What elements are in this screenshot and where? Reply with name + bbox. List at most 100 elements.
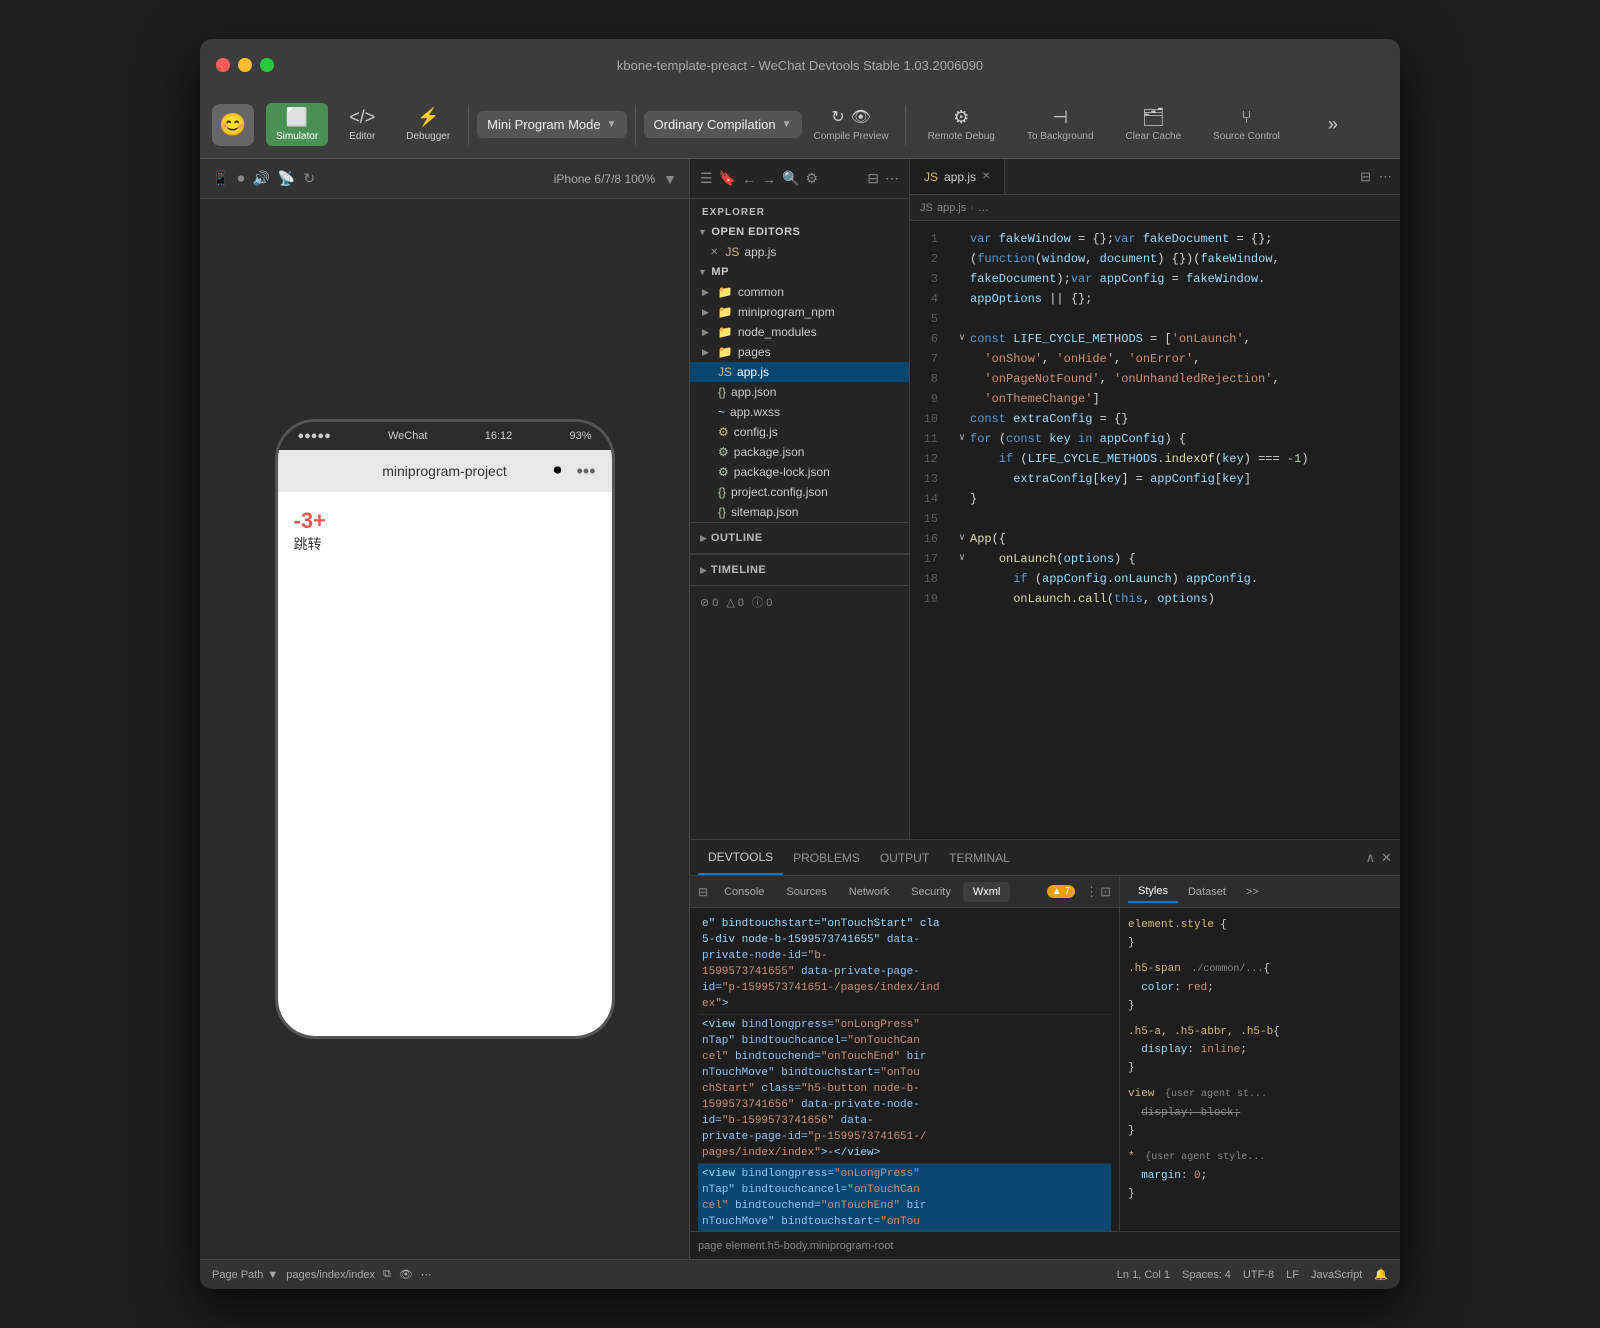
tree-item-app-js[interactable]: JS app.js [690, 362, 909, 382]
console-tab-wxml[interactable]: Wxml [963, 882, 1011, 902]
editor-tab-app-js[interactable]: JS app.js ✕ [910, 159, 1005, 194]
outline-section[interactable]: ▶ OUTLINE [690, 522, 909, 554]
to-background-button[interactable]: ⊣ To Background [1013, 103, 1108, 146]
devtools-collapse-icon[interactable]: ∧ [1366, 850, 1376, 866]
phone-nav-dots[interactable]: ••• [577, 461, 596, 482]
toolbar-separator-3 [905, 105, 906, 145]
tree-item-sitemap-json[interactable]: {} sitemap.json [690, 502, 909, 522]
mode-dropdown-label: Mini Program Mode [487, 117, 600, 132]
tree-item-package-json[interactable]: ⚙ package.json [690, 442, 909, 462]
mode-dropdown[interactable]: Mini Program Mode ▼ [477, 111, 626, 138]
eol-item[interactable]: LF [1286, 1269, 1299, 1281]
tab-close-icon[interactable]: ✕ [982, 171, 990, 182]
tree-item-node-modules[interactable]: ▶ 📁 node_modules [690, 322, 909, 342]
editor-breadcrumb: JS app.js › … [910, 195, 1400, 221]
tree-item-miniprogram-npm[interactable]: ▶ 📁 miniprogram_npm [690, 302, 909, 322]
tree-item-package-lock-json[interactable]: ⚙ package-lock.json [690, 462, 909, 482]
devtools-tab-problems[interactable]: PROBLEMS [783, 840, 870, 875]
explorer-bookmark-icon[interactable]: 🔖 [719, 170, 736, 187]
minimize-button[interactable] [238, 58, 252, 72]
sim-toolbar-network-icon[interactable]: 📡 [278, 170, 295, 187]
console-tab-console[interactable]: Console [714, 882, 774, 902]
console-tab-sources-label: Sources [786, 886, 826, 898]
notification-icon-item[interactable]: 🔔 [1374, 1268, 1388, 1281]
console-tab-network[interactable]: Network [839, 882, 899, 902]
explorer-search-icon[interactable]: 🔍 [782, 170, 799, 187]
sim-toolbar-audio-icon[interactable]: 🔊 [252, 170, 269, 187]
console-row-1[interactable]: e" bindtouchstart="onTouchStart" cla 5-d… [698, 914, 1111, 1015]
timeline-section[interactable]: ▶ TIMELINE [690, 554, 909, 586]
open-editors-section[interactable]: ▼ OPEN EDITORS [690, 222, 909, 242]
tree-item-project-config-json[interactable]: {} project.config.json [690, 482, 909, 502]
app-json-label: app.json [731, 385, 776, 399]
console-tab-sources[interactable]: Sources [776, 882, 836, 902]
maximize-button[interactable] [260, 58, 274, 72]
page-path-copy-icon[interactable]: ⧉ [383, 1268, 391, 1281]
explorer-more-icon[interactable]: ⋯ [885, 170, 899, 187]
miniprogram-npm-label: miniprogram_npm [738, 305, 835, 319]
console-settings-icon[interactable]: ⋮ [1085, 884, 1098, 900]
more-button[interactable]: » [1298, 110, 1368, 139]
tree-item-common[interactable]: ▶ 📁 common [690, 282, 909, 302]
styles-tab-dataset[interactable]: Dataset [1178, 882, 1236, 902]
sim-toolbar-phone-icon[interactable]: 📱 [212, 170, 229, 187]
console-content[interactable]: e" bindtouchstart="onTouchStart" cla 5-d… [690, 908, 1119, 1231]
console-tab-security[interactable]: Security [901, 882, 961, 902]
split-editor-icon[interactable]: ⊟ [1360, 169, 1371, 185]
bell-icon: 🔔 [1374, 1268, 1388, 1281]
eye-icon-item[interactable]: 👁 [399, 1268, 413, 1281]
sim-toolbar-rotate-icon[interactable]: ↻ [303, 170, 315, 187]
debugger-button[interactable]: ⚡ Debugger [396, 103, 460, 146]
styles-tab-styles[interactable]: Styles [1128, 881, 1178, 903]
open-file-item[interactable]: ✕ JS app.js [690, 242, 909, 262]
phone-nav-record[interactable]: ⏺ [553, 462, 561, 480]
window-title: kbone-template-preact - WeChat Devtools … [617, 58, 983, 73]
devtools-close-icon[interactable]: ✕ [1381, 850, 1392, 866]
tree-item-config-js[interactable]: ⚙ config.js [690, 422, 909, 442]
page-path-value[interactable]: pages/index/index [286, 1269, 375, 1281]
mp-section[interactable]: ▼ MP [690, 262, 909, 282]
page-path-item[interactable]: Page Path ▼ [212, 1269, 278, 1281]
preview-icon[interactable]: 👁 [851, 107, 871, 127]
sim-dropdown-icon[interactable]: ▼ [663, 171, 677, 187]
code-content[interactable]: 1 var fakeWindow = {};var fakeDocument =… [910, 221, 1400, 839]
jump-button[interactable]: 跳转 [294, 534, 596, 554]
tree-item-pages[interactable]: ▶ 📁 pages [690, 342, 909, 362]
editor-tab-actions: ⊟ ⋯ [1352, 169, 1400, 185]
editor-button[interactable]: </> Editor [332, 103, 392, 146]
tree-item-app-json[interactable]: {} app.json [690, 382, 909, 402]
page-path-text: pages/index/index [286, 1269, 375, 1281]
status-more-item[interactable]: ⋯ [421, 1268, 432, 1281]
clear-cache-button[interactable]: 🗂 Clear Cache [1112, 103, 1196, 146]
devtools-tab-devtools[interactable]: DEVTOOLS [698, 840, 783, 875]
source-control-button[interactable]: ⑂ Source Control [1199, 103, 1294, 146]
close-button[interactable] [216, 58, 230, 72]
more-editor-icon[interactable]: ⋯ [1379, 169, 1392, 185]
explorer-forward-icon[interactable]: → [762, 171, 776, 187]
spaces-item[interactable]: Spaces: 4 [1182, 1269, 1231, 1281]
explorer-split-icon[interactable]: ⊟ [867, 170, 879, 187]
devtools-tab-output[interactable]: OUTPUT [870, 840, 939, 875]
remote-debug-button[interactable]: ⚙ Remote Debug [914, 103, 1009, 146]
compilation-dropdown[interactable]: Ordinary Compilation ▼ [644, 111, 802, 138]
console-row-2[interactable]: <view bindlongpress="onLongPress" nTap" … [698, 1015, 1111, 1164]
language-item[interactable]: JavaScript [1311, 1269, 1362, 1281]
simulator-button[interactable]: ⬜ Simulator [266, 103, 328, 146]
console-tree-icon[interactable]: ⊟ [698, 885, 708, 899]
devtools-tab-terminal[interactable]: TERMINAL [939, 840, 1020, 875]
styles-tab-more[interactable]: >> [1236, 882, 1269, 902]
simulator-label: Simulator [276, 131, 318, 142]
encoding-item[interactable]: UTF-8 [1243, 1269, 1274, 1281]
explorer-settings-icon[interactable]: ⚙ [805, 170, 818, 187]
refresh-icon[interactable]: ↻ [831, 107, 844, 127]
tree-item-app-wxss[interactable]: ~ app.wxss [690, 402, 909, 422]
avatar[interactable]: 😊 [212, 104, 254, 146]
console-row-3[interactable]: <view bindlongpress="onLongPress" nTap" … [698, 1164, 1111, 1231]
console-expand-icon[interactable]: ⊡ [1100, 884, 1111, 900]
position-item[interactable]: Ln 1, Col 1 [1117, 1269, 1170, 1281]
explorer-hamburger-icon[interactable]: ☰ [700, 170, 713, 187]
phone-signal: ●●●●● [298, 430, 331, 442]
sim-toolbar-record-icon[interactable]: ⏺ [237, 170, 244, 187]
explorer-back-icon[interactable]: ← [742, 171, 756, 187]
package-json-label: package.json [734, 445, 805, 459]
